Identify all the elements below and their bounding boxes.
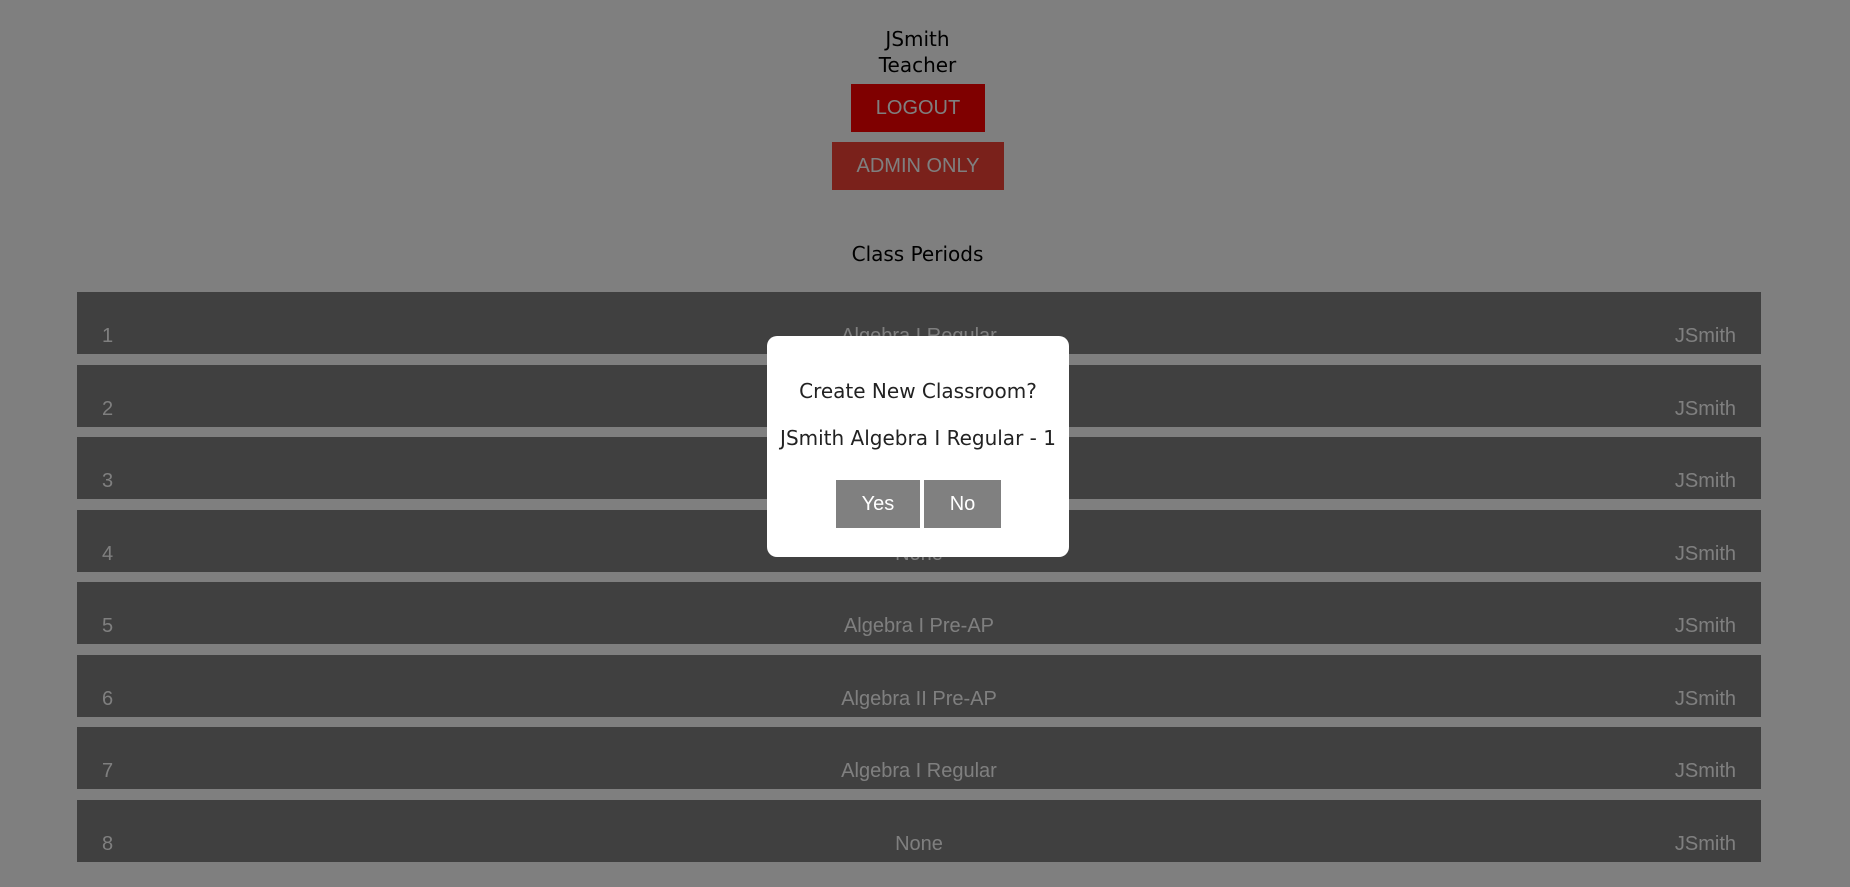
yes-button[interactable]: Yes (836, 480, 920, 528)
dialog-title: Create New Classroom? (799, 379, 1037, 403)
create-classroom-dialog: Create New Classroom? JSmith Algebra I R… (767, 336, 1069, 557)
dialog-classroom-name: JSmith Algebra I Regular - 1 (780, 426, 1056, 450)
no-button[interactable]: No (924, 480, 1001, 528)
